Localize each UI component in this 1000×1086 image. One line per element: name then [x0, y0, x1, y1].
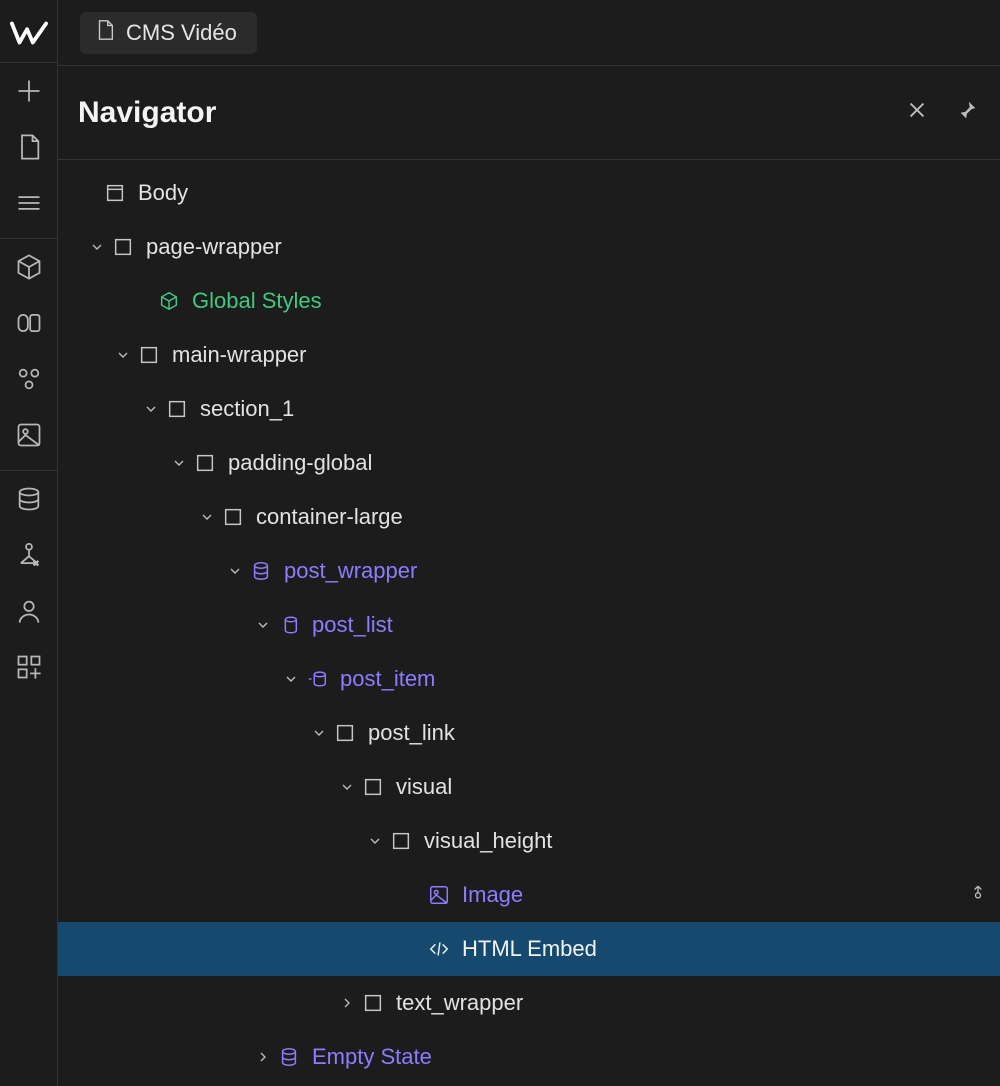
tree-item-post-item[interactable]: post_item: [58, 652, 1000, 706]
tree-item-image[interactable]: Image: [58, 868, 1000, 922]
pages-icon[interactable]: [12, 130, 46, 164]
div-icon: [162, 398, 192, 420]
tree-label: HTML Embed: [462, 936, 597, 962]
tree-item-section-1[interactable]: section_1: [58, 382, 1000, 436]
div-icon: [358, 776, 388, 798]
close-icon[interactable]: [906, 99, 928, 126]
add-tool-icon[interactable]: [12, 74, 46, 108]
tree-item-page-wrapper[interactable]: page-wrapper: [58, 220, 1000, 274]
tree-item-padding-global[interactable]: padding-global: [58, 436, 1000, 490]
pin-icon[interactable]: [956, 99, 978, 126]
chevron-down-icon[interactable]: [336, 779, 358, 795]
tree-label: post_list: [312, 612, 393, 638]
tree-item-visual[interactable]: visual: [58, 760, 1000, 814]
page-icon: [94, 19, 116, 47]
tree-label: Body: [138, 180, 188, 206]
chevron-down-icon[interactable]: [196, 509, 218, 525]
div-icon: [386, 830, 416, 852]
div-icon: [358, 992, 388, 1014]
page-tab[interactable]: CMS Vidéo: [80, 12, 257, 54]
chevron-down-icon[interactable]: [364, 833, 386, 849]
div-icon: [108, 236, 138, 258]
chevron-down-icon[interactable]: [308, 725, 330, 741]
navigator-tree: Body page-wrapper Global Styles main-wra…: [58, 160, 1000, 1086]
users-icon[interactable]: [12, 594, 46, 628]
tree-item-main-wrapper[interactable]: main-wrapper: [58, 328, 1000, 382]
chevron-down-icon[interactable]: [86, 239, 108, 255]
assets-icon[interactable]: [12, 418, 46, 452]
collection-item-icon: [302, 668, 332, 690]
tree-item-container-large[interactable]: container-large: [58, 490, 1000, 544]
tree-label: post_wrapper: [284, 558, 417, 584]
apps-icon[interactable]: [12, 650, 46, 684]
tree-label: padding-global: [228, 450, 372, 476]
chevron-down-icon[interactable]: [280, 671, 302, 687]
collection-list-icon: [274, 614, 304, 636]
image-icon: [424, 884, 454, 906]
tree-label: text_wrapper: [396, 990, 523, 1016]
embed-icon: [424, 938, 454, 960]
page-tab-label: CMS Vidéo: [126, 20, 237, 46]
main-area: CMS Vidéo Navigator Body page-wrapper: [58, 0, 1000, 1086]
tree-item-text-wrapper[interactable]: text_wrapper: [58, 976, 1000, 1030]
components-icon[interactable]: [12, 250, 46, 284]
tree-label: page-wrapper: [146, 234, 282, 260]
logic-icon[interactable]: [12, 538, 46, 572]
webflow-logo[interactable]: [0, 4, 58, 62]
navigator-header: Navigator: [58, 66, 1000, 160]
tree-label: Empty State: [312, 1044, 432, 1070]
tree-label: Global Styles: [192, 288, 322, 314]
tree-item-post-link[interactable]: post_link: [58, 706, 1000, 760]
tree-label: Image: [462, 882, 523, 908]
tree-label: main-wrapper: [172, 342, 307, 368]
chevron-down-icon[interactable]: [224, 563, 246, 579]
tree-item-post-wrapper[interactable]: post_wrapper: [58, 544, 1000, 598]
chevron-down-icon[interactable]: [168, 455, 190, 471]
tree-label: section_1: [200, 396, 294, 422]
chevron-right-icon[interactable]: [252, 1049, 274, 1065]
component-icon: [154, 290, 184, 312]
tree-label: post_item: [340, 666, 435, 692]
left-toolbar: [0, 0, 58, 1086]
tree-label: visual_height: [424, 828, 552, 854]
variables-icon[interactable]: [12, 306, 46, 340]
tree-label: post_link: [368, 720, 455, 746]
tree-item-body[interactable]: Body: [58, 166, 1000, 220]
div-icon: [218, 506, 248, 528]
tree-item-global-styles[interactable]: Global Styles: [58, 274, 1000, 328]
collection-icon: [274, 1046, 304, 1068]
collection-icon: [246, 560, 276, 582]
div-icon: [134, 344, 164, 366]
chevron-down-icon[interactable]: [140, 401, 162, 417]
tree-item-empty-state[interactable]: Empty State: [58, 1030, 1000, 1084]
cms-icon[interactable]: [12, 482, 46, 516]
navigator-tool-icon[interactable]: [12, 186, 46, 220]
tree-item-post-list[interactable]: post_list: [58, 598, 1000, 652]
element-icon: [100, 182, 130, 204]
chevron-down-icon[interactable]: [112, 347, 134, 363]
chevron-down-icon[interactable]: [252, 617, 274, 633]
tab-bar: CMS Vidéo: [58, 0, 1000, 66]
tree-item-html-embed[interactable]: HTML Embed: [58, 922, 1000, 976]
tree-label: visual: [396, 774, 452, 800]
tree-item-visual-height[interactable]: visual_height: [58, 814, 1000, 868]
chevron-right-icon[interactable]: [336, 995, 358, 1011]
div-icon: [190, 452, 220, 474]
settings-indicator-icon[interactable]: [968, 882, 988, 908]
panel-title: Navigator: [78, 96, 906, 130]
tree-label: container-large: [256, 504, 403, 530]
styles-icon[interactable]: [12, 362, 46, 396]
div-icon: [330, 722, 360, 744]
